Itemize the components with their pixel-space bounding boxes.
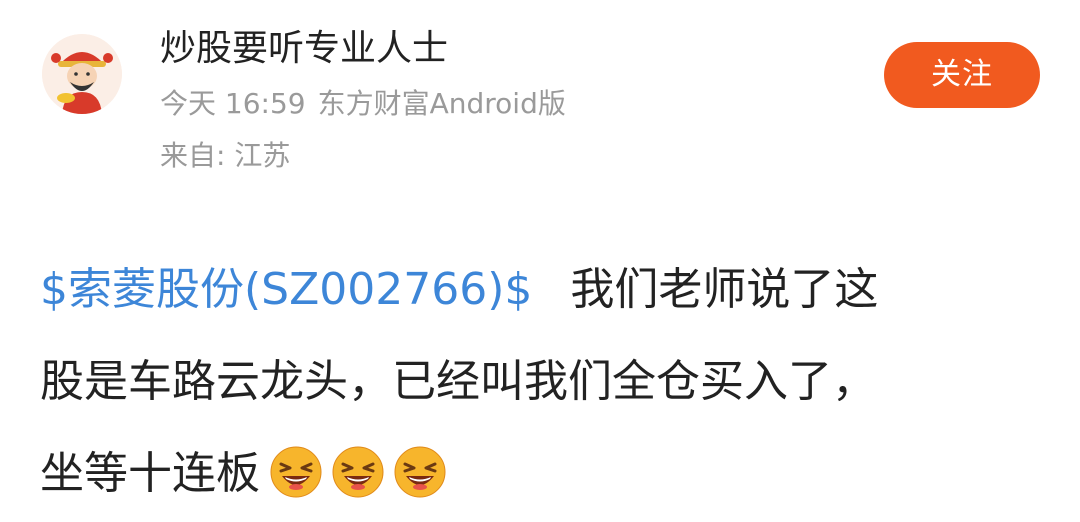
post-text-2: 股是车路云龙头，已经叫我们全仓买入了，: [40, 356, 876, 407]
post-meta: 今天 16:59 东方财富Android版: [160, 86, 566, 122]
avatar[interactable]: [42, 34, 122, 114]
follow-button[interactable]: 关注: [884, 42, 1040, 108]
laughing-emoji-icon: [394, 446, 446, 498]
post-text-1: 我们老师说了这: [570, 264, 879, 315]
post-content: $索菱股份(SZ002766)$ 我们老师说了这 股是车路云龙头，已经叫我们全仓买…: [40, 244, 1050, 520]
post-time: 今天 16:59: [160, 87, 306, 120]
username[interactable]: 炒股要听专业人士: [160, 26, 448, 72]
post-text-3: 坐等十连板: [40, 448, 260, 499]
post-line-3: 坐等十连板: [40, 428, 1050, 520]
god-of-wealth-avatar-icon: [42, 34, 122, 114]
laughing-emoji-icon: [332, 446, 384, 498]
post-location: 来自: 江苏: [160, 139, 291, 172]
stock-link[interactable]: $索菱股份(SZ002766)$: [40, 264, 532, 315]
post-client: 东方财富Android版: [317, 87, 566, 120]
laughing-emoji-icon: [270, 446, 322, 498]
post-line-2: 股是车路云龙头，已经叫我们全仓买入了，: [40, 336, 1050, 428]
post-line-1: $索菱股份(SZ002766)$ 我们老师说了这: [40, 244, 1050, 336]
